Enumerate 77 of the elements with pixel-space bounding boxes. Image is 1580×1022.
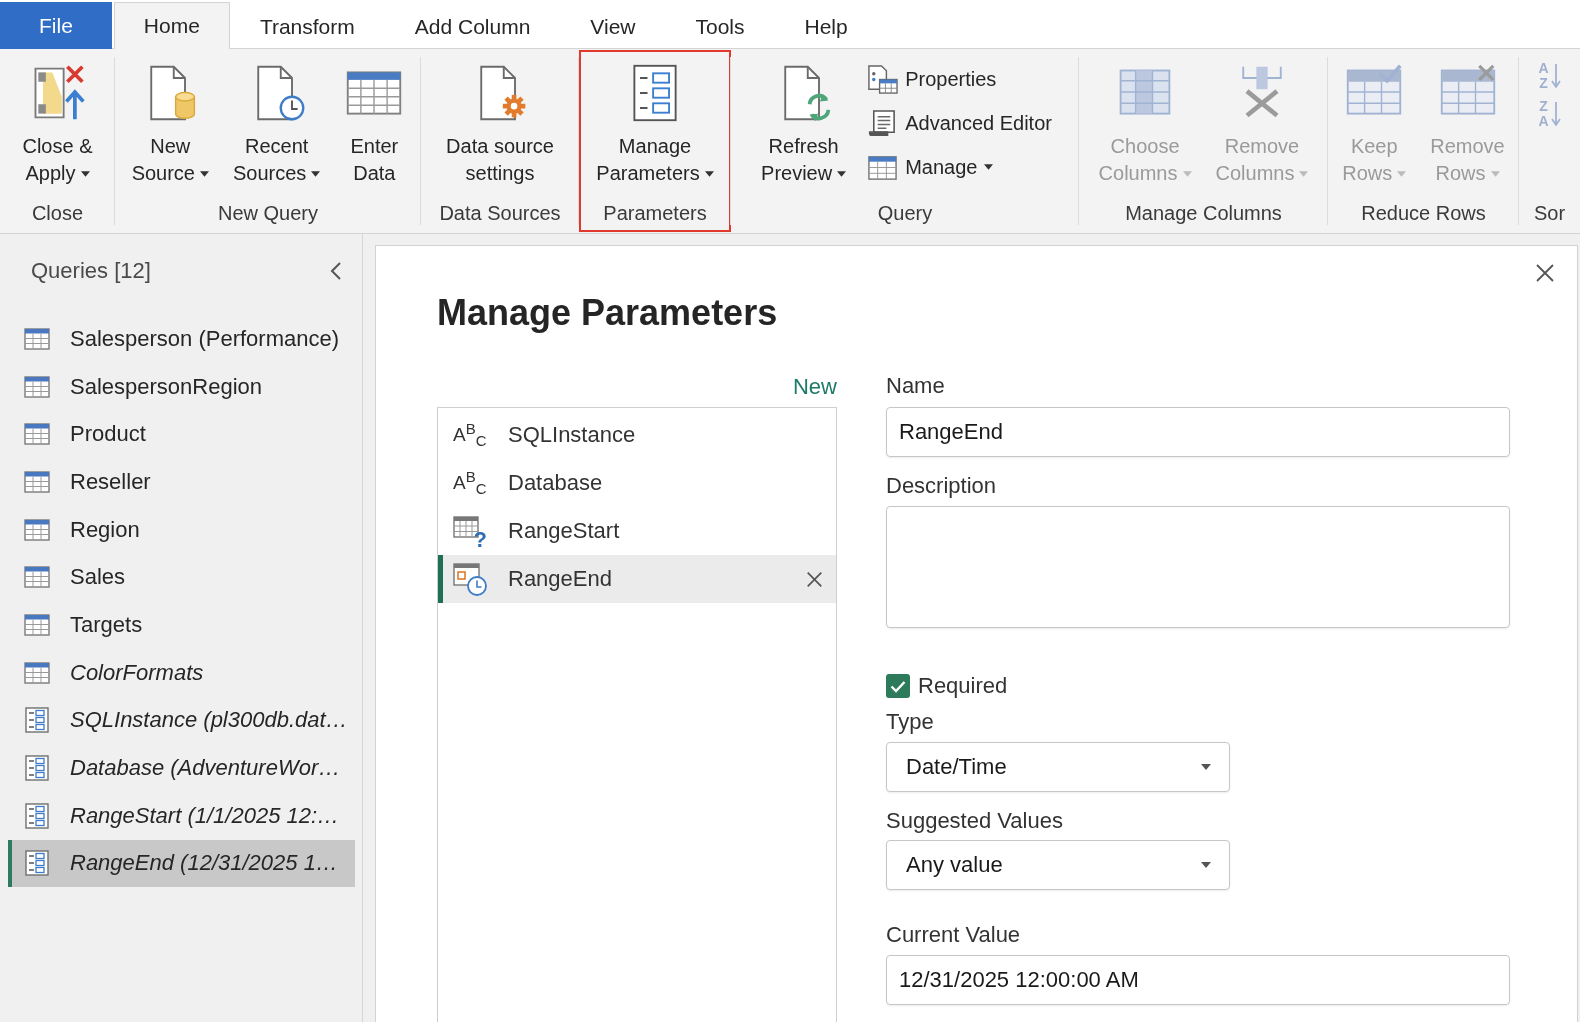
panel-title: Queries [12] bbox=[31, 258, 151, 284]
table-icon bbox=[24, 611, 50, 638]
query-item[interactable]: SalespersonRegion bbox=[8, 362, 355, 411]
manage-parameters-button[interactable]: Manage Parameters bbox=[591, 49, 719, 200]
data-source-settings-button[interactable]: Data source settings bbox=[441, 49, 559, 200]
delete-icon[interactable] bbox=[806, 570, 823, 588]
query-item[interactable]: Sales bbox=[8, 553, 355, 602]
group-label: Reduce Rows bbox=[1360, 201, 1487, 226]
parameter-icon bbox=[24, 802, 50, 829]
down-arrow-icon bbox=[1550, 101, 1561, 127]
parameter-item[interactable]: ? RangeStart bbox=[438, 507, 836, 555]
down-arrow-icon bbox=[1550, 63, 1561, 89]
parameter-item[interactable]: A$^{B}$$_{C}$ SQLInstance bbox=[438, 411, 836, 459]
table-icon bbox=[24, 421, 50, 448]
name-field[interactable]: RangeEnd bbox=[886, 407, 1510, 457]
query-item[interactable]: ColorFormats bbox=[8, 648, 355, 697]
file-tab[interactable]: File bbox=[0, 2, 112, 49]
field-label: Current Value bbox=[886, 921, 1022, 949]
table-icon bbox=[24, 564, 50, 591]
query-item[interactable]: Reseller bbox=[8, 458, 355, 506]
close-icon[interactable] bbox=[1535, 263, 1555, 283]
query-item[interactable]: Database (AdventureWor… bbox=[8, 744, 355, 792]
query-item[interactable]: Region bbox=[8, 505, 355, 554]
caret-icon bbox=[1201, 862, 1211, 868]
table-icon bbox=[24, 659, 50, 686]
document-table-icon bbox=[867, 63, 899, 95]
group-label: Query bbox=[876, 201, 934, 226]
group-label: Parameters bbox=[602, 201, 708, 226]
group-label: Close bbox=[30, 201, 85, 226]
close-apply-button[interactable]: Close & Apply bbox=[17, 49, 98, 200]
parameter-item[interactable]: A$^{B}$$_{C}$ Database bbox=[438, 459, 836, 507]
field-label: Description bbox=[886, 472, 998, 500]
properties-button[interactable]: Properties bbox=[865, 57, 1054, 101]
query-item[interactable]: RangeEnd (12/31/2025 1… bbox=[8, 839, 355, 888]
table-icon bbox=[24, 373, 50, 400]
calendar-clock-icon bbox=[453, 562, 487, 596]
recent-sources-button[interactable]: Recent Sources bbox=[228, 49, 326, 200]
group-label: Sor bbox=[1532, 201, 1567, 226]
parameter-item[interactable]: RangeEnd bbox=[438, 555, 836, 603]
field-label: Type bbox=[886, 708, 935, 736]
ribbon-tab[interactable]: Transform bbox=[229, 3, 385, 49]
query-item[interactable]: Salesperson (Performance) bbox=[8, 315, 355, 363]
required-checkbox[interactable] bbox=[886, 674, 910, 698]
type-dropdown[interactable]: Date/Time bbox=[886, 742, 1230, 792]
caret-icon bbox=[1201, 764, 1211, 770]
group-label: Data Sources bbox=[438, 201, 562, 226]
dialog-title: Manage Parameters bbox=[437, 291, 778, 335]
new-source-button[interactable]: New Source bbox=[126, 49, 214, 200]
ribbon-tab[interactable]: Home bbox=[113, 2, 230, 49]
new-link[interactable]: New bbox=[793, 374, 837, 400]
query-item[interactable]: Targets bbox=[8, 601, 355, 649]
manage-button[interactable]: Manage bbox=[865, 145, 1054, 189]
field-label: Suggested Values bbox=[886, 807, 1064, 835]
parameter-icon bbox=[24, 707, 50, 734]
ribbon-tab[interactable]: Add Column bbox=[384, 3, 561, 49]
parameter-icon bbox=[24, 850, 50, 877]
table-icon bbox=[24, 468, 50, 495]
ribbon-tab[interactable]: View bbox=[560, 3, 666, 49]
refresh-preview-button[interactable]: Refresh Preview bbox=[756, 49, 852, 200]
suggested-values-dropdown[interactable]: Any value bbox=[886, 840, 1230, 890]
table-icon bbox=[24, 325, 50, 352]
chevron-left-icon[interactable] bbox=[330, 261, 342, 281]
group-label: Manage Columns bbox=[1124, 201, 1283, 226]
description-field[interactable] bbox=[886, 506, 1510, 628]
checkbox-label: Required bbox=[918, 673, 1008, 699]
ribbon-tab[interactable]: Help bbox=[774, 3, 878, 49]
query-item[interactable]: SQLInstance (pl300db.dat… bbox=[8, 696, 355, 745]
table-icon bbox=[24, 516, 50, 543]
advanced-editor-button[interactable]: Advanced Editor bbox=[865, 101, 1054, 145]
query-item[interactable]: RangeStart (1/1/2025 12:… bbox=[8, 791, 355, 840]
field-label: Name bbox=[886, 372, 946, 400]
query-item[interactable]: Product bbox=[8, 410, 355, 459]
current-value-field[interactable]: 12/31/2025 12:00:00 AM bbox=[886, 955, 1510, 1005]
ribbon-tab[interactable]: Tools bbox=[665, 3, 775, 49]
group-label: New Query bbox=[217, 201, 319, 226]
parameter-icon bbox=[24, 755, 50, 782]
enter-data-button[interactable]: Enter Data bbox=[339, 49, 410, 200]
